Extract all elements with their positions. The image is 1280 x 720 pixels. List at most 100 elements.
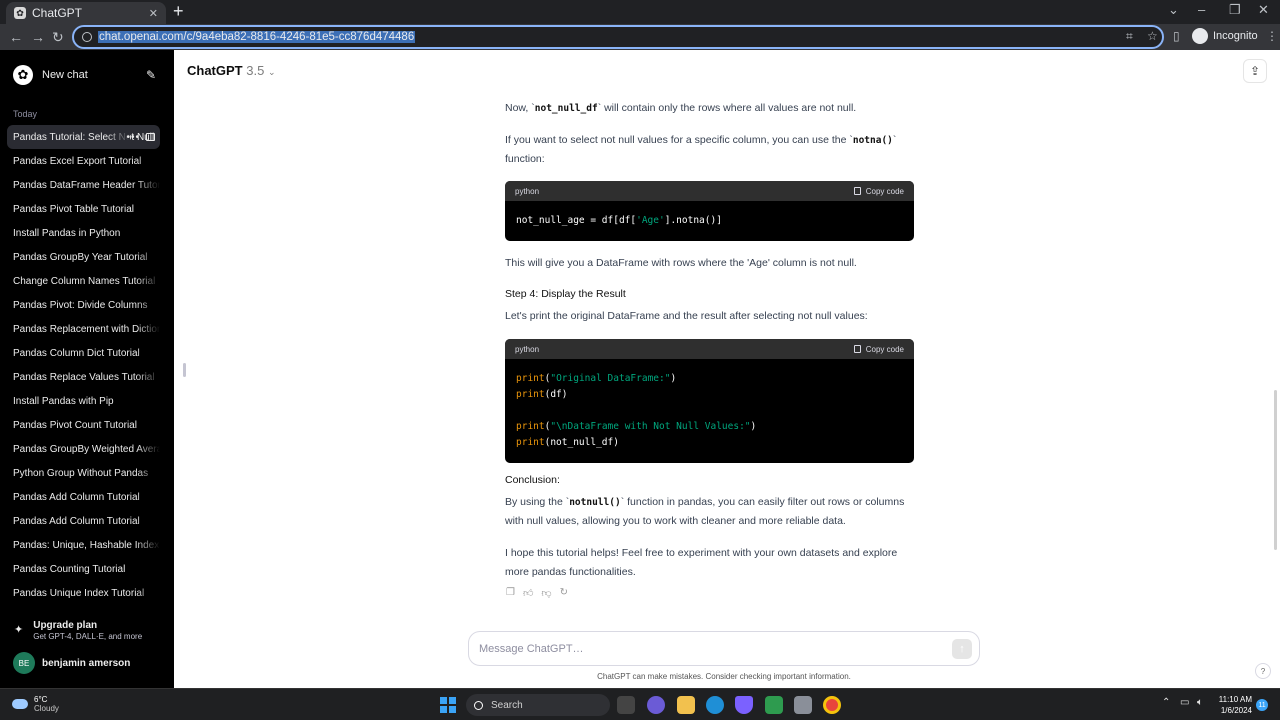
chevron-up-icon[interactable]: ⌃ [1162,697,1170,708]
chat-item[interactable]: Install Pandas in Python [7,221,160,245]
browser-tab[interactable]: ✿ ChatGPT ✕ [6,2,166,24]
chat-item[interactable]: Pandas GroupBy Weighted Average [7,437,160,461]
copy-icon[interactable]: ❐ [506,587,515,599]
chat-app-icon[interactable] [647,696,665,714]
tab-title: ChatGPT [32,6,83,20]
chat-item[interactable]: Pandas GroupBy Year Tutorial [7,245,160,269]
side-panel-icon[interactable]: ▯ [1173,29,1180,43]
new-chat-button[interactable]: ✿ New chat ✎ [8,62,160,88]
regenerate-icon[interactable]: ↻ [560,587,568,599]
thumbs-up-icon[interactable]: 👍︎ [523,587,533,599]
code-block-header: python Copy code [505,339,914,359]
chat-item[interactable]: Pandas Replacement with Dictionary [7,317,160,341]
browser-menu-icon[interactable]: ⋮ [1266,29,1278,43]
chat-item[interactable]: Pandas Excel Export Tutorial [7,149,160,173]
chrome-browser-icon[interactable] [823,696,841,714]
upgrade-title: Upgrade plan [33,620,98,631]
message-paragraph: By using the `notnull()` function in pan… [505,496,905,527]
share-button[interactable]: ⇪ [1243,59,1267,83]
chat-item[interactable]: Pandas Replace Values Tutorial [7,365,160,389]
sparkle-icon: ✦ [14,624,24,636]
start-button[interactable] [440,697,456,713]
code-language-label: python [515,186,540,196]
chat-item[interactable]: Change Column Names Tutorial [7,269,160,293]
section-heading: Conclusion: [505,474,560,486]
address-bar[interactable]: chat.openai.com/c/9a4eba82-8816-4246-81e… [72,25,1164,49]
chat-item-label: Pandas Counting Tutorial [13,563,126,575]
chat-item-label: Python Group Without Pandas [13,467,149,479]
notification-badge[interactable]: 11 [1256,699,1268,711]
user-name: benjamin amerson [42,657,131,669]
new-tab-icon[interactable]: + [173,2,184,20]
edge-browser-icon[interactable] [706,696,724,714]
close-tab-icon[interactable]: ✕ [149,7,158,20]
app-icon[interactable] [794,696,812,714]
send-button[interactable]: ↑ [952,639,972,659]
inline-code: notna() [852,135,893,146]
message-paragraph: Now, `not_null_df` will contain only the… [505,102,857,114]
close-window-icon[interactable]: ✕ [1258,2,1269,18]
search-icon [474,700,483,710]
chat-item[interactable]: Pandas Column Dict Tutorial [7,341,160,365]
spreadsheet-app-icon[interactable] [765,696,783,714]
chat-item[interactable]: Pandas Add Column Tutorial [7,485,160,509]
code-content: print("Original DataFrame:") print(df) p… [516,373,757,448]
incognito-icon [1192,28,1208,44]
code-content: not_null_age = df[df['Age'].notna()] [516,215,722,226]
thumbs-down-icon[interactable]: 👎︎ [541,587,551,599]
chat-item[interactable]: Pandas Unique Index Tutorial [7,581,160,605]
upgrade-plan-button[interactable]: ✦ Upgrade plan Get GPT-4, DALL·E, and mo… [14,620,142,641]
weather-condition: Cloudy [34,704,59,713]
disclaimer-text: ChatGPT can make mistakes. Consider chec… [597,672,851,681]
chat-item-label: Pandas Replace Values Tutorial [13,371,155,383]
help-button[interactable]: ? [1255,663,1271,679]
file-explorer-icon[interactable] [677,696,695,714]
message-paragraph: I hope this tutorial helps! Feel free to… [505,547,898,578]
install-app-icon[interactable]: ⌗ [1126,29,1133,44]
task-view-icon[interactable] [617,696,635,714]
bookmark-star-icon[interactable]: ☆ [1147,29,1158,43]
more-options-icon[interactable]: ••• [126,132,140,143]
chatgpt-favicon-icon: ✿ [14,7,26,19]
browser-tabstrip: ✿ ChatGPT ✕ + ⌄ – ❐ ✕ [0,0,1280,24]
clipboard-icon [853,187,861,195]
chat-item[interactable]: Install Pandas with Pip [7,389,160,413]
back-icon[interactable]: ← [9,28,23,46]
compose-icon[interactable]: ✎ [146,68,156,82]
scrollbar[interactable] [1274,390,1277,550]
code-block: python Copy code not_null_age = df[df['A… [505,181,914,241]
message-input[interactable] [479,640,929,658]
forward-icon[interactable]: → [31,28,45,46]
chat-item[interactable]: Pandas Pivot Count Tutorial [7,413,160,437]
chat-item[interactable]: Pandas Pivot: Divide Columns [7,293,160,317]
chat-item-label: Pandas GroupBy Year Tutorial [13,251,148,263]
copy-code-button[interactable]: Copy code [853,187,904,196]
reload-icon[interactable]: ↻ [52,28,64,46]
chat-item[interactable]: Pandas DataFrame Header Tutorial [7,173,160,197]
chat-item[interactable]: Pandas Pivot Table Tutorial [7,197,160,221]
incognito-indicator[interactable]: Incognito [1192,28,1258,44]
chat-item[interactable]: Pandas: Unique, Hashable Index [7,533,160,557]
copy-code-button[interactable]: Copy code [853,345,904,354]
app-icon[interactable] [735,696,753,714]
network-icon[interactable]: ▭ [1180,697,1189,708]
weather-widget[interactable]: 6°C Cloudy [12,695,59,713]
site-info-icon[interactable] [82,32,92,42]
taskbar-search[interactable]: Search [466,694,610,716]
model-selector[interactable]: ChatGPT 3.5 ⌄ [187,63,276,78]
model-version: 3.5 [246,63,265,78]
chat-item[interactable]: Pandas Add Column Tutorial [7,509,160,533]
restore-icon[interactable]: ❐ [1229,2,1241,18]
volume-icon[interactable]: 🔈︎ [1197,697,1203,708]
url-text[interactable]: chat.openai.com/c/9a4eba82-8816-4246-81e… [98,31,416,43]
archive-icon[interactable] [146,133,155,141]
user-menu[interactable]: BE benjamin amerson [13,652,130,674]
chat-item[interactable]: Python Group Without Pandas [7,461,160,485]
chat-item-active[interactable]: Pandas Tutorial: Select Not Null ••• [7,125,160,149]
tab-search-icon[interactable]: ⌄ [1168,2,1179,18]
message-paragraph: Let's print the original DataFrame and t… [505,310,868,322]
sidebar-toggle-handle[interactable] [183,363,186,377]
taskbar-clock[interactable]: 11:10 AM 1/6/2024 [1214,694,1252,716]
chat-item[interactable]: Pandas Counting Tutorial [7,557,160,581]
minimize-icon[interactable]: – [1198,2,1205,17]
